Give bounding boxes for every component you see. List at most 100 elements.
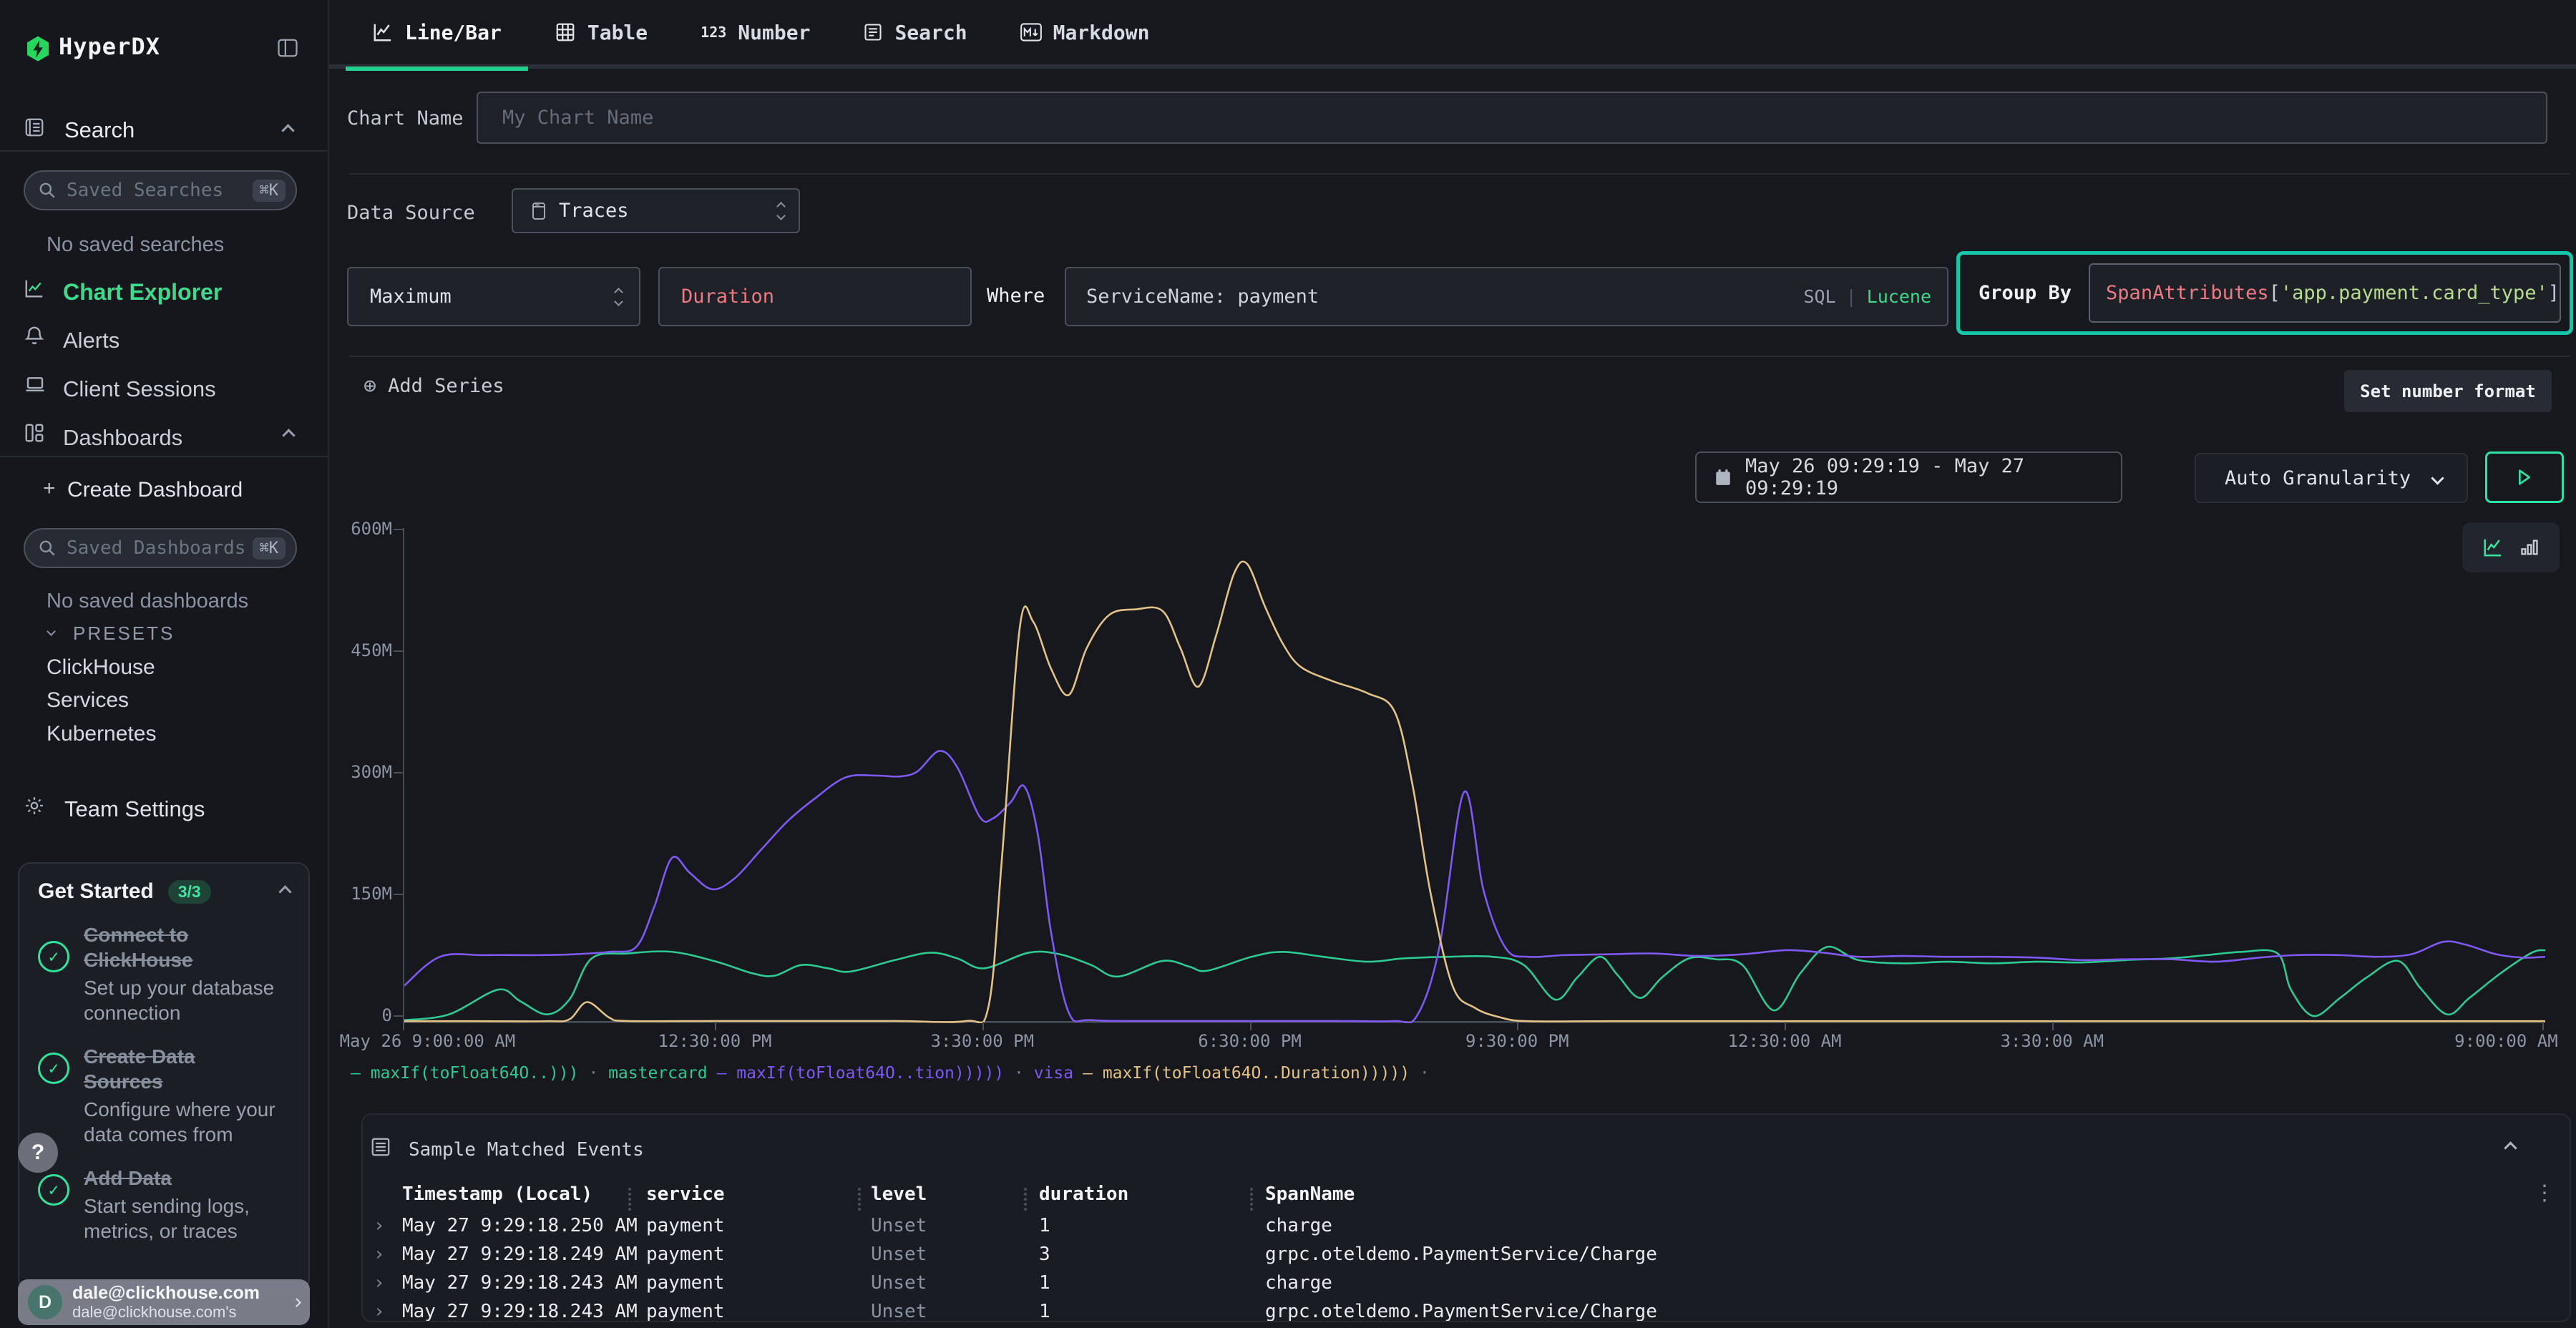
column-header[interactable]: Timestamp (Local) — [402, 1183, 592, 1205]
chevron-down-icon — [2431, 472, 2444, 484]
lang-divider: | — [1846, 286, 1857, 307]
saved-dashboards-input[interactable]: Saved Dashboards ⌘K — [24, 528, 297, 568]
column-header[interactable]: service — [646, 1183, 725, 1205]
preset-services[interactable]: Services — [47, 688, 129, 713]
column-resize-handle[interactable] — [1250, 1188, 1253, 1211]
events-panel-title: Sample Matched Events — [409, 1139, 644, 1161]
preset-clickhouse[interactable]: ClickHouse — [47, 655, 155, 680]
aggregation-select[interactable]: Maximum — [347, 267, 640, 326]
chevron-down-icon — [614, 297, 623, 306]
table-row[interactable]: › May 27 9:29:18.250 AM payment Unset 1 … — [363, 1215, 2570, 1244]
chevron-down-icon — [776, 211, 786, 220]
check-circle-icon: ✓ — [38, 1053, 69, 1084]
row-expander-icon[interactable]: › — [374, 1215, 385, 1236]
get-started-item[interactable]: ✓ Add Data Start sending logs, metrics, … — [38, 1166, 290, 1244]
chart-legend: — maxIf(toFloat64O..))) · mastercard — m… — [351, 1064, 1430, 1083]
help-button[interactable]: ? — [18, 1133, 58, 1173]
row-expander-icon[interactable]: › — [374, 1301, 385, 1322]
x-axis-tick — [403, 1022, 404, 1030]
get-started-title: Get Started — [38, 879, 154, 904]
tab-number[interactable]: 123 Number — [674, 0, 836, 67]
chart-name-input[interactable] — [477, 92, 2547, 144]
column-resize-handle[interactable] — [628, 1188, 631, 1211]
sql-toggle[interactable]: SQL — [1803, 286, 1835, 307]
field-input[interactable]: Duration — [658, 267, 972, 326]
cell-duration: 1 — [1039, 1215, 1050, 1236]
table-row[interactable]: › May 27 9:29:18.249 AM payment Unset 3 … — [363, 1244, 2570, 1272]
tab-table[interactable]: Table — [528, 0, 674, 67]
tab-label: Table — [587, 21, 648, 44]
sidebar-item-alerts[interactable]: Alerts — [63, 328, 119, 353]
data-source-select[interactable]: Traces — [512, 188, 800, 233]
saved-searches-shortcut: ⌘K — [253, 180, 286, 202]
get-started-item[interactable]: ✓ Create Data Sources Configure where yo… — [38, 1044, 290, 1147]
column-header[interactable]: SpanName — [1265, 1183, 1355, 1205]
get-started-item-title: Connect to ClickHouse — [84, 924, 193, 971]
column-header[interactable]: level — [871, 1183, 927, 1205]
row-expander-icon[interactable]: › — [374, 1272, 385, 1294]
cell-service: payment — [646, 1244, 725, 1265]
tab-label: Search — [894, 21, 967, 44]
cell-duration: 1 — [1039, 1272, 1050, 1294]
sidebar-collapse-icon[interactable] — [276, 37, 299, 59]
preset-kubernetes[interactable]: Kubernetes — [47, 722, 156, 746]
column-resize-handle[interactable] — [1024, 1188, 1027, 1211]
legend-entry[interactable]: — maxIf(toFloat64O..tion))))) · visa — [717, 1064, 1074, 1083]
search-collapse-chevron-icon[interactable] — [281, 124, 294, 137]
get-started-item[interactable]: ✓ Connect to ClickHouse Set up your data… — [38, 922, 290, 1025]
presets-label[interactable]: PRESETS — [73, 622, 175, 645]
get-started-card: Get Started 3/3 ✓ Connect to ClickHouse … — [18, 862, 310, 1292]
user-menu[interactable]: D dale@clickhouse.com dale@clickhouse.co… — [18, 1279, 310, 1325]
sidebar-item-team-settings[interactable]: Team Settings — [64, 796, 205, 822]
sidebar-item-dashboards[interactable]: Dashboards — [63, 425, 182, 451]
group-by-input[interactable]: SpanAttributes['app.payment.card_type'] — [2089, 263, 2561, 323]
group-by-open-bracket: [ — [2269, 282, 2280, 304]
column-header[interactable]: duration — [1039, 1183, 1128, 1205]
series-line-mastercard — [404, 947, 2545, 1020]
lucene-toggle[interactable]: Lucene — [1867, 286, 1931, 307]
get-started-item-title: Add Data — [84, 1167, 172, 1189]
row-expander-icon[interactable]: › — [374, 1244, 385, 1265]
dashboards-collapse-chevron-icon[interactable] — [282, 429, 295, 441]
kebab-menu-icon[interactable]: ⋮ — [2534, 1181, 2555, 1206]
presets-chevron-icon[interactable] — [47, 627, 56, 636]
column-resize-handle[interactable] — [858, 1188, 861, 1211]
get-started-item-desc: Set up your database connection — [84, 975, 278, 1025]
sidebar-item-chart-explorer[interactable]: Chart Explorer — [63, 279, 222, 306]
table-icon — [555, 21, 576, 43]
x-axis-label: 12:30:00 AM — [1728, 1031, 1842, 1051]
x-axis-label: 9:30:00 PM — [1465, 1031, 1569, 1051]
saved-searches-input[interactable]: Saved Searches ⌘K — [24, 170, 297, 210]
run-query-button[interactable] — [2485, 451, 2564, 503]
events-collapse-chevron-icon[interactable] — [2504, 1141, 2517, 1154]
create-dashboard-button[interactable]: Create Dashboard — [67, 478, 243, 502]
chevron-up-icon — [776, 202, 786, 211]
app-title: HyperDX — [59, 33, 160, 60]
timeseries-chart[interactable] — [404, 528, 2545, 1023]
saved-searches-placeholder: Saved Searches — [67, 180, 253, 201]
sidebar-item-client-sessions[interactable]: Client Sessions — [63, 376, 216, 402]
cell-spanname: grpc.oteldemo.PaymentService/Charge — [1265, 1244, 1657, 1265]
check-circle-icon: ✓ — [38, 1174, 69, 1206]
where-input[interactable]: ServiceName: payment SQL | Lucene — [1065, 267, 1948, 326]
granularity-select[interactable]: Auto Granularity — [2195, 453, 2468, 503]
table-row[interactable]: › May 27 9:29:18.243 AM payment Unset 1 … — [363, 1301, 2570, 1322]
x-axis-tick — [2052, 1022, 2054, 1030]
tab-markdown[interactable]: Markdown — [994, 0, 1176, 67]
get-started-collapse-chevron-icon[interactable] — [278, 885, 291, 898]
tab-search[interactable]: Search — [836, 0, 993, 67]
add-series-button[interactable]: ⊕ Add Series — [364, 374, 504, 399]
set-number-format-button[interactable]: Set number format — [2344, 370, 2552, 412]
search-icon — [38, 181, 57, 200]
cell-level: Unset — [871, 1244, 927, 1265]
tab-line-bar[interactable]: Line/Bar — [346, 0, 528, 67]
avatar: D — [28, 1285, 62, 1319]
search-icon — [38, 539, 57, 557]
legend-entry[interactable]: — maxIf(toFloat64O..Duration))))) · — [1083, 1064, 1430, 1083]
legend-entry[interactable]: — maxIf(toFloat64O..))) · mastercard — [351, 1064, 708, 1083]
plus-icon: + — [43, 477, 56, 501]
sidebar-item-search[interactable]: Search — [64, 117, 135, 143]
field-value: Duration — [681, 285, 774, 308]
table-row[interactable]: › May 27 9:29:18.243 AM payment Unset 1 … — [363, 1272, 2570, 1301]
date-range-picker[interactable]: May 26 09:29:19 - May 27 09:29:19 — [1695, 451, 2122, 503]
